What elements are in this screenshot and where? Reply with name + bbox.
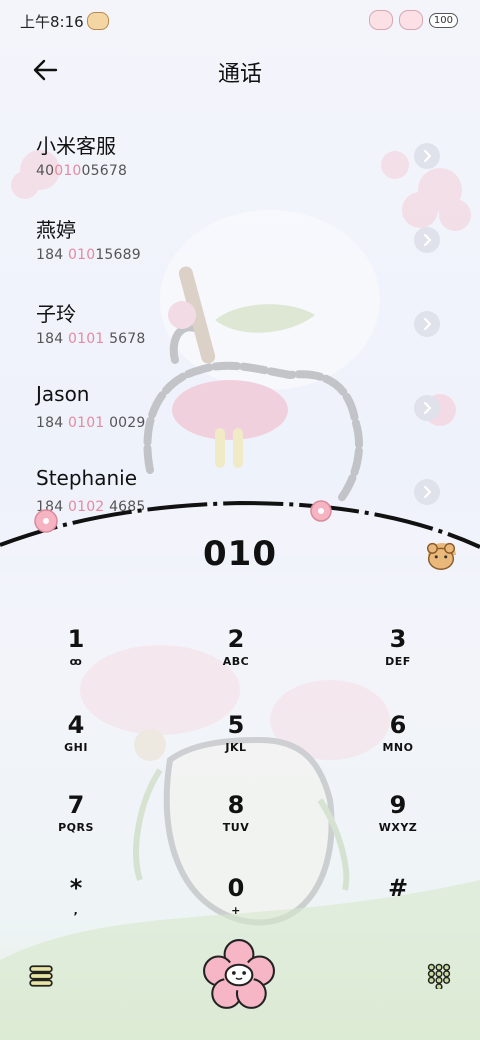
- key-letters: +: [231, 904, 241, 917]
- status-time: 上午8:16: [20, 13, 84, 31]
- key-star[interactable]: * ,: [26, 874, 126, 944]
- key-7[interactable]: 7 PQRS: [26, 791, 126, 861]
- key-9[interactable]: 9 WXYZ: [348, 791, 448, 861]
- chevron-right-icon[interactable]: [414, 227, 440, 253]
- key-letters: PQRS: [58, 821, 94, 834]
- key-digit: 3: [389, 625, 407, 653]
- key-5[interactable]: 5 JKL: [186, 711, 286, 781]
- page-title: 通话: [217, 62, 262, 87]
- number-match: 010: [54, 163, 82, 179]
- contact-number: 184 0101 5678: [36, 331, 146, 347]
- call-button-icon[interactable]: [202, 938, 276, 1012]
- number-suffix: 0029: [104, 415, 146, 431]
- key-digit: 4: [67, 711, 85, 739]
- status-right-icons: 100: [368, 10, 458, 30]
- key-letters: WXYZ: [378, 821, 418, 834]
- key-letters: JKL: [225, 741, 247, 754]
- chevron-right-icon[interactable]: [414, 311, 440, 337]
- contact-number: 184 0101 0029: [36, 415, 146, 431]
- key-2[interactable]: 2 ABC: [186, 625, 286, 695]
- number-prefix: 184: [36, 331, 68, 347]
- key-letters: GHI: [64, 741, 88, 754]
- number-suffix: 05678: [81, 163, 128, 179]
- chevron-right-icon[interactable]: [414, 395, 440, 421]
- number-prefix: 184: [36, 247, 68, 263]
- dial-input[interactable]: 010: [0, 534, 480, 574]
- contact-name: 燕婷: [36, 218, 76, 242]
- key-digit: 6: [389, 711, 407, 739]
- signal-icon: [368, 10, 393, 30]
- key-digit: *: [69, 874, 83, 902]
- key-digit: 7: [67, 791, 85, 819]
- key-letters: ,: [73, 904, 79, 917]
- number-suffix: 15689: [95, 247, 141, 263]
- key-0[interactable]: 0 +: [186, 874, 286, 944]
- number-prefix: 184: [36, 415, 68, 431]
- number-match: 0101: [67, 415, 105, 431]
- contact-row[interactable]: 子玲 184 0101 5678: [0, 288, 480, 372]
- key-letters: ABC: [222, 655, 250, 668]
- contact-row[interactable]: Jason 184 0101 0029: [0, 372, 480, 456]
- status-sticker-icon: [87, 12, 109, 30]
- battery-level: 100: [428, 12, 458, 28]
- key-digit: #: [387, 874, 409, 902]
- number-match: 010: [67, 247, 96, 263]
- key-digit: 9: [389, 791, 407, 819]
- key-hash[interactable]: #: [348, 874, 448, 944]
- wifi-icon: [398, 10, 423, 30]
- number-prefix: 40: [36, 163, 55, 179]
- voicemail-icon: ꝏ: [69, 655, 83, 668]
- key-8[interactable]: 8 TUV: [186, 791, 286, 861]
- contact-name: Jason: [36, 382, 90, 406]
- status-bar: 上午8:16 100: [0, 0, 480, 40]
- number-match: 0101: [67, 331, 105, 347]
- key-letters: TUV: [222, 821, 250, 834]
- key-3[interactable]: 3 DEF: [348, 625, 448, 695]
- key-6[interactable]: 6 MNO: [348, 711, 448, 781]
- contact-name: 小米客服: [36, 134, 116, 158]
- chevron-right-icon[interactable]: [414, 143, 440, 169]
- key-digit: 1: [67, 625, 85, 653]
- key-letters: MNO: [382, 741, 414, 754]
- contact-row[interactable]: 小米客服 4001005678: [0, 120, 480, 204]
- key-1[interactable]: 1 ꝏ: [26, 625, 126, 695]
- number-suffix: 5678: [104, 331, 146, 347]
- key-digit: 2: [227, 625, 245, 653]
- contact-number: 4001005678: [36, 163, 127, 179]
- contact-name: Stephanie: [36, 466, 138, 490]
- key-digit: 8: [227, 791, 245, 819]
- keypad-grid-icon[interactable]: [426, 963, 452, 989]
- menu-icon[interactable]: [28, 963, 54, 989]
- key-letters: DEF: [385, 655, 411, 668]
- header: 通话: [0, 40, 480, 100]
- contact-number: 184 01015689: [36, 247, 141, 263]
- key-digit: 5: [227, 711, 245, 739]
- contact-row[interactable]: 燕婷 184 01015689: [0, 204, 480, 288]
- key-4[interactable]: 4 GHI: [26, 711, 126, 781]
- key-digit: 0: [227, 874, 245, 902]
- contact-name: 子玲: [36, 302, 76, 326]
